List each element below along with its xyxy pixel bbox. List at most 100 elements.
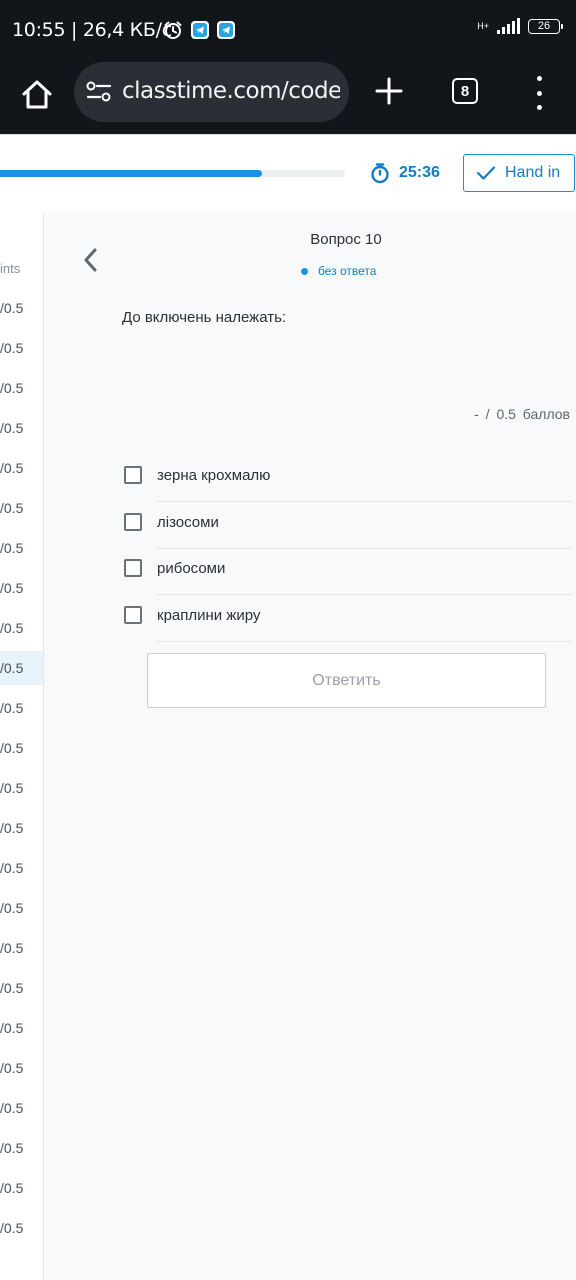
option-checkbox[interactable] xyxy=(124,606,142,624)
sidebar-points-label: /0.5 xyxy=(0,1140,24,1156)
sidebar-points-label: /0.5 xyxy=(0,940,24,956)
option-checkbox[interactable] xyxy=(124,466,142,484)
header-divider xyxy=(0,134,576,135)
answer-option[interactable]: зерна крохмалю xyxy=(124,456,572,502)
sidebar-points-label: /0.5 xyxy=(0,740,24,756)
battery-level: 26 xyxy=(537,20,551,32)
sidebar-question-item[interactable]: /0.5 xyxy=(0,811,43,845)
home-icon[interactable] xyxy=(18,76,56,114)
sidebar-question-item[interactable]: /0.5 xyxy=(0,851,43,885)
sidebar-points-label: /0.5 xyxy=(0,1180,24,1196)
tab-switcher-button[interactable]: 8 xyxy=(452,78,478,104)
telegram-icon xyxy=(217,21,235,39)
telegram-icon xyxy=(191,21,209,39)
sidebar-question-item[interactable]: /0.5 xyxy=(0,891,43,925)
option-label[interactable]: зерна крохмалю xyxy=(157,467,270,484)
status-dot xyxy=(301,267,308,275)
progress-fill xyxy=(0,170,263,177)
sidebar-points-label: /0.5 xyxy=(0,380,24,396)
option-checkbox[interactable] xyxy=(124,513,142,531)
browser-toolbar: classtime.com/code/ 8 xyxy=(0,62,576,134)
question-panel: Вопрос 10 без ответа До включень належат… xyxy=(44,212,576,1280)
option-label[interactable]: краплини жиру xyxy=(157,607,260,624)
sidebar-question-item[interactable]: /0.5 xyxy=(0,531,43,565)
url-text[interactable]: classtime.com/code/ xyxy=(122,78,340,104)
overflow-menu-icon[interactable] xyxy=(532,76,546,110)
chevron-left-icon[interactable] xyxy=(80,246,102,274)
battery-icon: 26 xyxy=(528,18,563,34)
sidebar-points-label: /0.5 xyxy=(0,1220,24,1236)
hand-in-label: Hand in xyxy=(505,164,561,181)
sidebar-question-item[interactable]: /0.5 xyxy=(0,1171,43,1205)
alarm-icon xyxy=(164,21,182,39)
question-sidebar: ints /0.5/0.5/0.5/0.5/0.5/0.5/0.5/0.5/0.… xyxy=(0,212,44,1280)
status-bar: 10:55 | 26,4 КБ/с H+ 26 xyxy=(0,0,576,62)
sidebar-question-item[interactable]: /0.5 xyxy=(0,331,43,365)
stopwatch-icon xyxy=(371,163,389,184)
option-divider xyxy=(157,501,572,502)
signal-icon xyxy=(497,18,520,34)
sidebar-question-item[interactable]: /0.5 xyxy=(0,571,43,605)
sidebar-question-item[interactable]: /0.5 xyxy=(0,1091,43,1125)
hand-in-button[interactable]: Hand in xyxy=(463,154,575,192)
sidebar-question-item[interactable]: /0.5 xyxy=(0,651,43,685)
sidebar-question-item[interactable]: /0.5 xyxy=(0,1051,43,1085)
option-divider xyxy=(157,594,572,595)
sidebar-question-item[interactable]: /0.5 xyxy=(0,291,43,325)
sidebar-points-label: /0.5 xyxy=(0,500,24,516)
answer-option[interactable]: рибосоми xyxy=(124,549,572,595)
sidebar-points-label: /0.5 xyxy=(0,620,24,636)
sidebar-points-label: /0.5 xyxy=(0,660,24,676)
tab-count: 8 xyxy=(460,82,470,100)
sidebar-points-label: /0.5 xyxy=(0,1060,24,1076)
status-time: 10:55 | 26,4 КБ/с xyxy=(12,19,172,41)
answer-status-label: без ответа xyxy=(318,264,377,278)
sidebar-points-label: /0.5 xyxy=(0,1100,24,1116)
answer-status: без ответа xyxy=(301,264,376,278)
answer-option[interactable]: лізосоми xyxy=(124,503,572,549)
sidebar-points-label: /0.5 xyxy=(0,820,24,836)
sidebar-points-label: /0.5 xyxy=(0,420,24,436)
sidebar-header: ints xyxy=(0,261,21,276)
sidebar-points-label: /0.5 xyxy=(0,580,24,596)
submit-answer-button[interactable]: Ответить xyxy=(147,653,546,708)
sidebar-question-item[interactable]: /0.5 xyxy=(0,411,43,445)
sidebar-question-item[interactable]: /0.5 xyxy=(0,611,43,645)
question-score: - / 0.5 баллов xyxy=(474,406,570,422)
sidebar-points-label: /0.5 xyxy=(0,300,24,316)
address-bar[interactable]: classtime.com/code/ xyxy=(74,62,349,122)
answer-option[interactable]: краплини жиру xyxy=(124,596,572,642)
sidebar-points-label: /0.5 xyxy=(0,900,24,916)
site-settings-icon[interactable] xyxy=(86,80,112,104)
status-notification-icons xyxy=(163,20,235,40)
status-system-icons: H+ 26 xyxy=(477,18,563,34)
sidebar-points-label: /0.5 xyxy=(0,540,24,556)
sidebar-question-item[interactable]: /0.5 xyxy=(0,1211,43,1245)
sidebar-points-label: /0.5 xyxy=(0,460,24,476)
option-label[interactable]: лізосоми xyxy=(157,514,219,531)
sidebar-question-item[interactable]: /0.5 xyxy=(0,931,43,965)
option-checkbox[interactable] xyxy=(124,559,142,577)
question-text: До включень належать: xyxy=(122,309,287,326)
question-title: Вопрос 10 xyxy=(310,231,382,248)
sidebar-points-label: /0.5 xyxy=(0,980,24,996)
timer-value: 25:36 xyxy=(399,164,440,181)
sidebar-question-item[interactable]: /0.5 xyxy=(0,691,43,725)
sidebar-question-item[interactable]: /0.5 xyxy=(0,491,43,525)
sidebar-question-item[interactable]: /0.5 xyxy=(0,451,43,485)
progress-bar xyxy=(0,170,345,177)
option-divider xyxy=(157,641,572,642)
check-icon xyxy=(476,166,496,180)
sidebar-question-item[interactable]: /0.5 xyxy=(0,971,43,1005)
network-type: H+ xyxy=(477,20,489,31)
sidebar-question-item[interactable]: /0.5 xyxy=(0,1131,43,1165)
sidebar-question-item[interactable]: /0.5 xyxy=(0,771,43,805)
new-tab-icon[interactable] xyxy=(372,74,406,108)
sidebar-question-item[interactable]: /0.5 xyxy=(0,371,43,405)
option-label[interactable]: рибосоми xyxy=(157,560,225,577)
sidebar-points-label: /0.5 xyxy=(0,340,24,356)
sidebar-question-item[interactable]: /0.5 xyxy=(0,1011,43,1045)
sidebar-points-label: /0.5 xyxy=(0,860,24,876)
sidebar-points-label: /0.5 xyxy=(0,700,24,716)
sidebar-question-item[interactable]: /0.5 xyxy=(0,731,43,765)
